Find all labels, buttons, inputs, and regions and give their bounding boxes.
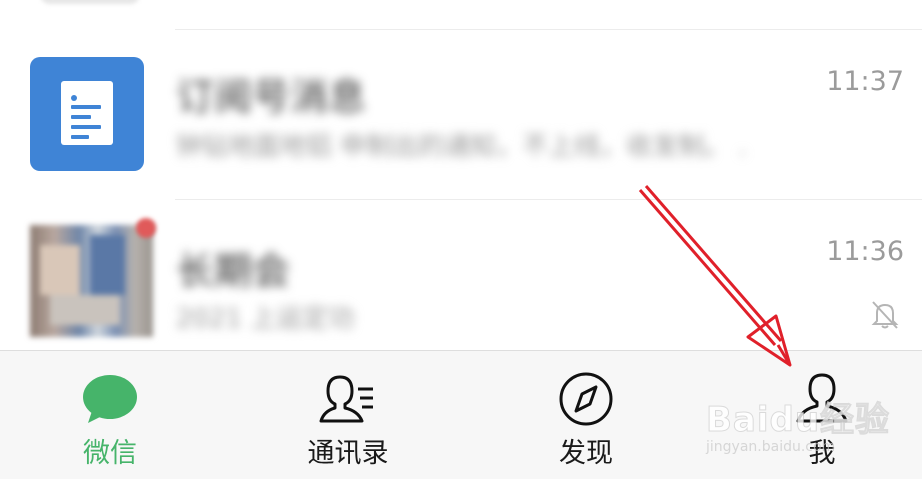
tab-label: 通讯录 — [307, 438, 389, 469]
tab-label: 微信 — [83, 438, 137, 469]
chat-time: 11:37 — [826, 66, 904, 97]
chat-preview: 钟钻地面地铝 申制出的通知，不上线，收发制。 . — [176, 132, 747, 162]
mute-bell-icon — [871, 301, 899, 329]
divider — [175, 199, 922, 200]
unread-dot — [136, 218, 156, 238]
contacts-icon — [319, 375, 373, 423]
subscription-avatar — [30, 57, 144, 171]
watermark-main: Baidu经验 — [705, 400, 891, 441]
tab-chats[interactable]: 微信 — [30, 351, 190, 479]
group-avatar — [30, 225, 153, 337]
chat-time: 11:36 — [826, 236, 904, 267]
tab-contacts[interactable]: 通讯录 — [268, 351, 428, 479]
document-icon — [61, 81, 113, 145]
chat-title: 长期会 — [176, 249, 291, 293]
divider — [175, 29, 922, 30]
tab-discover[interactable]: 发现 — [506, 351, 666, 479]
chat-bubble-icon — [83, 375, 137, 423]
chat-list: 订阅号消息 钟钻地面地铝 申制出的通知，不上线，收发制。 . 11:37 长期会… — [0, 0, 922, 350]
compass-icon — [559, 372, 613, 426]
chat-title: 订阅号消息 — [176, 75, 367, 119]
previous-chat-avatar-edge — [40, 0, 140, 4]
watermark-sub: jingyan.baidu.com — [706, 439, 836, 455]
baidu-watermark: Baidu经验 jingyan.baidu.com — [705, 392, 891, 456]
chat-preview: 2021 上运定功 — [176, 304, 355, 334]
tab-label: 发现 — [559, 438, 613, 469]
